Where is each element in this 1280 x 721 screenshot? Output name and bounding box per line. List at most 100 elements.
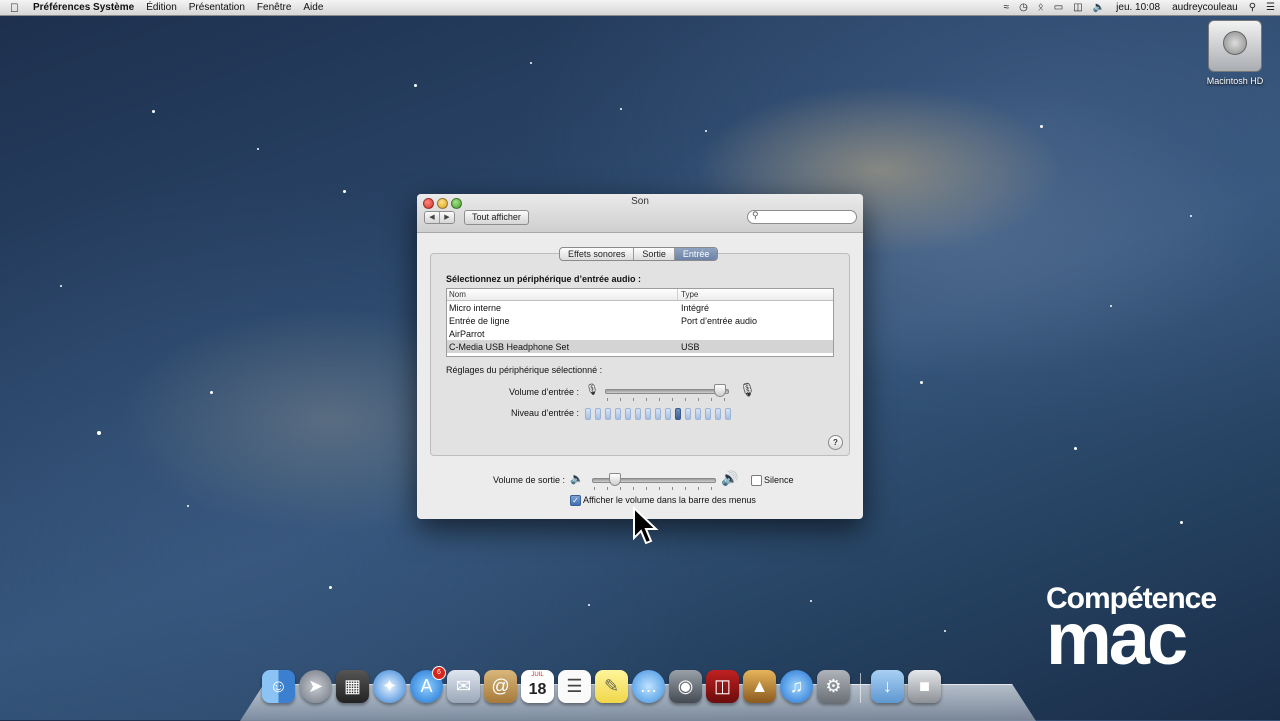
settings-heading: Réglages du périphérique sélectionné : — [446, 365, 603, 375]
help-button[interactable]: ? — [828, 435, 843, 450]
input-volume-ticks — [607, 398, 725, 401]
output-volume-label: Volume de sortie : — [492, 475, 565, 485]
app-store-icon[interactable]: A 6 — [410, 666, 446, 703]
dock: ☺ ➤ ▦ ✦ A 6 ✉ @ JUIL 18 ☰ ✎ … ◉ ◫ ▲ ♫ ⚙ … — [262, 666, 941, 703]
menu-bar:  Préférences Système Édition Présentati… — [0, 0, 1280, 16]
microphone-low-icon: 🎙 — [585, 384, 599, 396]
calendar-icon[interactable]: JUIL 18 — [521, 670, 554, 703]
menubar-clock[interactable]: jeu. 10:08 — [1110, 2, 1166, 13]
finder-icon[interactable]: ☺ — [262, 670, 295, 703]
bluetooth-icon[interactable]: ᛟ — [1033, 2, 1049, 13]
trash-icon[interactable]: ■ — [908, 670, 941, 703]
mute-label[interactable]: Silence — [764, 475, 794, 485]
back-arrow-icon[interactable]: ◀ — [425, 212, 439, 223]
input-volume-label: Volume d’entrée : — [508, 387, 579, 397]
hd-label: Macintosh HD — [1206, 76, 1264, 86]
calendar-day: 18 — [528, 680, 547, 698]
tab-effets-sonores[interactable]: Effets sonores — [560, 248, 633, 260]
table-row[interactable]: AirParrot — [447, 327, 833, 340]
table-row-selected[interactable]: C-Media USB Headphone Set USB — [447, 340, 833, 353]
airplay-icon[interactable]: ▭ — [1049, 2, 1068, 13]
tab-sortie[interactable]: Sortie — [633, 248, 674, 260]
hard-drive-icon — [1208, 20, 1262, 72]
input-volume-slider-knob[interactable] — [713, 384, 726, 397]
table-row[interactable]: Micro interne Intégré — [447, 301, 833, 314]
notification-center-icon[interactable]: ☰ — [1261, 2, 1280, 13]
system-preferences-icon[interactable]: ⚙ — [817, 670, 850, 703]
input-level-segment — [705, 408, 711, 420]
input-menu-icon[interactable]: ◫ — [1068, 2, 1087, 13]
input-level-segment — [725, 408, 731, 420]
logo-line2: mac — [1046, 597, 1188, 680]
launchpad-icon[interactable]: ➤ — [299, 670, 332, 703]
input-level-segment — [605, 408, 611, 420]
show-volume-menubar-label[interactable]: Afficher le volume dans la barre des men… — [583, 495, 756, 505]
sound-preferences-window: Son ◀ ▶ Tout afficher ⚲ Effets sonores S… — [417, 194, 863, 519]
show-volume-menubar-checkbox[interactable]: ✓ — [570, 495, 581, 506]
output-volume-ticks — [594, 487, 712, 490]
downloads-stack-icon[interactable]: ↓ — [871, 670, 904, 703]
window-title: Son — [631, 196, 649, 207]
menubar-user[interactable]: audreycouleau — [1166, 2, 1244, 13]
input-level-segment — [595, 408, 601, 420]
notes-icon[interactable]: ✎ — [595, 670, 628, 703]
show-all-button[interactable]: Tout afficher — [464, 210, 529, 225]
input-level-label: Niveau d’entrée : — [510, 408, 579, 418]
menu-aide[interactable]: Aide — [297, 2, 329, 13]
menu-presentation[interactable]: Présentation — [183, 2, 251, 13]
menu-fenetre[interactable]: Fenêtre — [251, 2, 297, 13]
input-level-segment — [625, 408, 631, 420]
apple-menu-icon[interactable]:  — [0, 1, 27, 15]
spotlight-icon[interactable]: ⚲ — [1244, 2, 1261, 13]
macintosh-hd-desktop-icon[interactable]: Macintosh HD — [1198, 20, 1272, 86]
input-level-segment — [635, 408, 641, 420]
wifi-icon[interactable]: ≈ — [999, 2, 1015, 13]
app-store-badge: 6 — [432, 666, 446, 680]
speaker-high-icon: 🔊 — [721, 470, 739, 486]
window-titlebar[interactable]: Son ◀ ▶ Tout afficher ⚲ — [417, 194, 863, 233]
device-type: USB — [681, 341, 700, 352]
device-type: Intégré — [681, 302, 710, 313]
input-level-meter — [585, 408, 731, 420]
menu-edition[interactable]: Édition — [140, 2, 183, 13]
input-volume-track[interactable] — [605, 389, 729, 394]
microphone-high-icon: 🎙 — [739, 382, 756, 397]
nav-buttons: ◀ ▶ — [424, 211, 455, 224]
volume-icon[interactable]: 🔈 — [1088, 2, 1110, 13]
search-icon: ⚲ — [752, 210, 759, 220]
menu-app-name[interactable]: Préférences Système — [27, 2, 140, 13]
facetime-icon[interactable]: ◉ — [669, 670, 702, 703]
photo-booth-icon[interactable]: ◫ — [706, 670, 739, 703]
device-table: Nom Type Micro interne Intégré Entrée de… — [446, 288, 834, 357]
mail-icon[interactable]: ✉ — [447, 670, 480, 703]
calendar-month: JUIL — [531, 672, 544, 678]
mission-control-icon[interactable]: ▦ — [336, 670, 369, 703]
device-name: Entrée de ligne — [449, 315, 510, 326]
safari-icon[interactable]: ✦ — [373, 670, 406, 703]
device-type: Port d’entrée audio — [681, 315, 758, 326]
input-level-segment — [665, 408, 671, 420]
input-level-segment — [655, 408, 661, 420]
tab-entree[interactable]: Entrée — [673, 248, 718, 260]
speaker-low-icon: 🔈 — [570, 473, 584, 485]
mouse-pointer-icon — [633, 506, 659, 545]
input-level-segment — [715, 408, 721, 420]
input-level-segment — [615, 408, 621, 420]
tab-bar: Effets sonores Sortie Entrée — [559, 247, 719, 261]
iphoto-icon[interactable]: ▲ — [743, 670, 776, 703]
competence-mac-logo: Compétence mac — [1046, 583, 1217, 680]
contacts-icon[interactable]: @ — [484, 670, 517, 703]
col-header-type[interactable]: Type — [678, 289, 698, 300]
col-header-nom[interactable]: Nom — [447, 289, 678, 300]
table-header: Nom Type — [447, 289, 833, 301]
itunes-icon[interactable]: ♫ — [780, 670, 813, 703]
mute-checkbox[interactable] — [751, 475, 762, 486]
search-field[interactable]: ⚲ — [747, 210, 857, 224]
messages-icon[interactable]: … — [632, 670, 665, 703]
table-row[interactable]: Entrée de ligne Port d’entrée audio — [447, 314, 833, 327]
reminders-icon[interactable]: ☰ — [558, 670, 591, 703]
time-machine-icon[interactable]: ◷ — [1014, 2, 1033, 13]
output-volume-slider-knob[interactable] — [608, 473, 621, 486]
device-name: C-Media USB Headphone Set — [449, 341, 570, 352]
forward-arrow-icon[interactable]: ▶ — [439, 212, 454, 223]
